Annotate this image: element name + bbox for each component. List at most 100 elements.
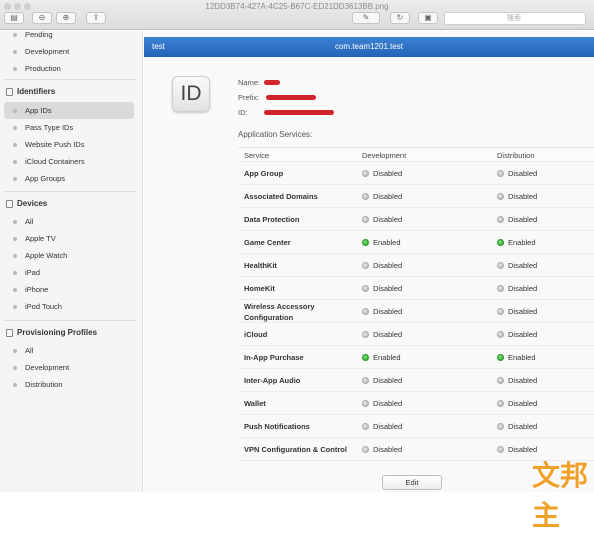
table-row: Push Notifications Disabled Disabled (238, 415, 594, 438)
development-status: Disabled (362, 208, 402, 231)
watermark-logo: 文邦主 (532, 460, 589, 531)
distribution-status-text: Disabled (508, 192, 538, 201)
development-status-text: Disabled (373, 376, 403, 385)
bullet-icon (13, 383, 17, 387)
bullet-icon (13, 288, 17, 292)
id-label: ID: (238, 108, 248, 117)
status-dot-icon (497, 354, 504, 361)
sidebar-item-devices-all[interactable]: All (4, 213, 134, 230)
sidebar-item-icloud-containers[interactable]: iCloud Containers (4, 153, 134, 170)
name-label: Name: (238, 78, 261, 87)
sidebar-item-profiles-all[interactable]: All (4, 342, 134, 359)
service-name: Game Center (244, 238, 291, 247)
development-status: Enabled (362, 231, 401, 254)
distribution-status-text: Disabled (508, 445, 538, 454)
development-status-text: Disabled (373, 192, 403, 201)
distribution-status-text: Disabled (508, 307, 538, 316)
development-status: Disabled (362, 254, 402, 277)
bullet-icon (13, 143, 17, 147)
distribution-status-text: Disabled (508, 330, 538, 339)
service-name: App Group (244, 169, 284, 178)
app-id-header-bar[interactable]: test com.team1201.test (144, 37, 594, 57)
sidebar-item-pending[interactable]: Pending (4, 26, 134, 43)
sidebar-item-production[interactable]: Production (4, 60, 134, 77)
service-name: VPN Configuration & Control (244, 445, 347, 454)
status-dot-icon (497, 170, 504, 177)
sidebar-item-pass-type-ids[interactable]: Pass Type IDs (4, 119, 134, 136)
distribution-status-text: Disabled (508, 215, 538, 224)
distribution-status-text: Disabled (508, 399, 538, 408)
sidebar-item-development[interactable]: Development (4, 43, 134, 60)
distribution-status-text: Enabled (508, 238, 536, 247)
distribution-status: Enabled (497, 231, 536, 254)
zoom-in-button[interactable]: ⊕ (56, 12, 76, 24)
devices-icon (6, 200, 13, 208)
sidebar-item-app-groups[interactable]: App Groups (4, 170, 134, 187)
development-status-text: Disabled (373, 422, 403, 431)
search-input[interactable]: 搜索 (444, 12, 586, 25)
redacted-id (264, 110, 334, 115)
service-name: HomeKit (244, 284, 275, 293)
status-dot-icon (497, 308, 504, 315)
app-id-detail-panel: test com.team1201.test ID Name: Prefix: … (144, 31, 594, 492)
status-dot-icon (497, 423, 504, 430)
markup-button[interactable]: ✎ (352, 12, 380, 24)
status-dot-icon (362, 262, 369, 269)
distribution-status: Enabled (497, 346, 536, 369)
bullet-icon (13, 109, 17, 113)
identifiers-icon (6, 88, 13, 96)
bullet-icon (13, 220, 17, 224)
development-status-text: Disabled (373, 284, 403, 293)
status-dot-icon (497, 446, 504, 453)
status-dot-icon (497, 377, 504, 384)
distribution-status: Disabled (497, 277, 537, 300)
zoom-out-button[interactable]: ⊖ (32, 12, 52, 24)
development-status-text: Disabled (373, 307, 403, 316)
sidebar: Pending Development Production Identifie… (0, 30, 143, 492)
distribution-status: Disabled (497, 254, 537, 277)
development-status: Disabled (362, 392, 402, 415)
sidebar-toggle-button[interactable]: ▤ (4, 12, 24, 24)
application-services-title: Application Services: (238, 130, 313, 139)
status-dot-icon (497, 331, 504, 338)
service-column-header: Service (244, 151, 270, 160)
service-name: Push Notifications (244, 422, 310, 431)
toolbox-button[interactable]: ▣ (418, 12, 438, 24)
sidebar-item-ipod-touch[interactable]: iPod Touch (4, 298, 134, 315)
sidebar-section-provisioning-profiles[interactable]: Provisioning Profiles (4, 325, 134, 341)
sidebar-section-devices[interactable]: Devices (4, 196, 134, 212)
status-dot-icon (497, 193, 504, 200)
sidebar-item-website-push-ids[interactable]: Website Push IDs (4, 136, 134, 153)
development-status: Disabled (362, 369, 402, 392)
distribution-status-text: Disabled (508, 376, 538, 385)
bullet-icon (13, 160, 17, 164)
distribution-status-text: Enabled (508, 353, 536, 362)
sidebar-item-apple-tv[interactable]: Apple TV (4, 230, 134, 247)
distribution-status: Disabled (497, 300, 537, 323)
distribution-status: Disabled (497, 185, 537, 208)
window-file-title: 12DD3B74-427A-4C25-B67C-ED21DD3613BB.png (205, 2, 389, 11)
development-column-header: Development (362, 151, 407, 160)
sidebar-item-profiles-development[interactable]: Development (4, 359, 134, 376)
table-row: HealthKit Disabled Disabled (238, 254, 594, 277)
sidebar-item-ipad[interactable]: iPad (4, 264, 134, 281)
distribution-status-text: Disabled (508, 284, 538, 293)
sidebar-section-identifiers[interactable]: Identifiers (4, 84, 134, 100)
distribution-status: Disabled (497, 162, 537, 185)
sidebar-item-profiles-distribution[interactable]: Distribution (4, 376, 134, 393)
bundle-id-header: com.team1201.test (334, 42, 404, 51)
table-row: Inter-App Audio Disabled Disabled (238, 369, 594, 392)
distribution-status: Disabled (497, 415, 537, 438)
sidebar-item-apple-watch[interactable]: Apple Watch (4, 247, 134, 264)
rotate-button[interactable]: ↻ (390, 12, 410, 24)
bullet-icon (13, 349, 17, 353)
status-dot-icon (362, 216, 369, 223)
edit-button[interactable]: Edit (382, 475, 442, 490)
status-dot-icon (362, 285, 369, 292)
redacted-name (264, 80, 280, 85)
sidebar-item-iphone[interactable]: iPhone (4, 281, 134, 298)
share-button[interactable]: ⇪ (86, 12, 106, 24)
distribution-status: Disabled (497, 392, 537, 415)
bullet-icon (13, 33, 17, 37)
sidebar-item-app-ids[interactable]: App IDs (4, 102, 134, 119)
